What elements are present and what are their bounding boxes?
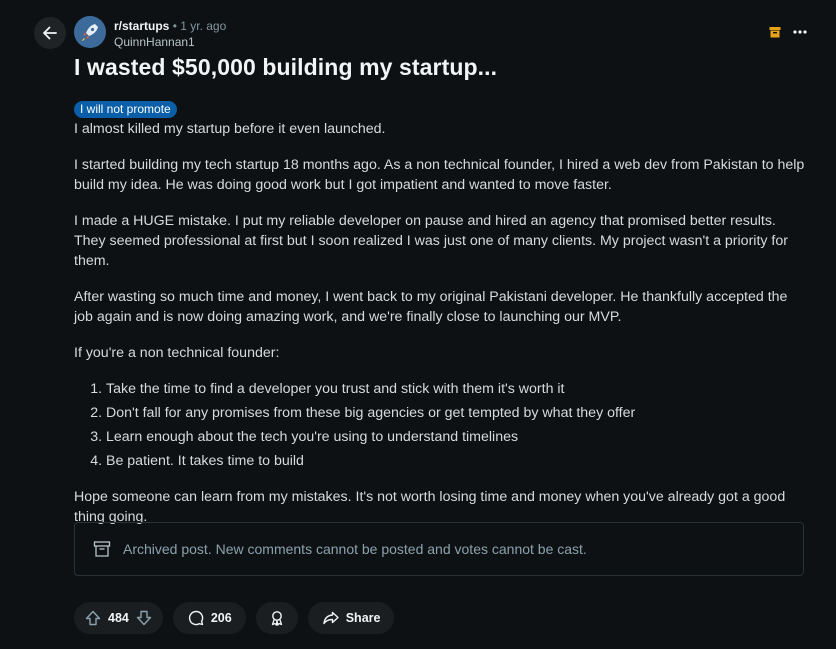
award-icon (268, 609, 286, 627)
author-link[interactable]: QuinnHannan1 (114, 34, 226, 50)
archived-notice: Archived post. New comments cannot be po… (74, 522, 804, 576)
subreddit-avatar[interactable] (74, 16, 106, 48)
comment-icon (187, 609, 205, 627)
back-button[interactable] (34, 17, 66, 49)
post-title: I wasted $50,000 building my startup... (74, 54, 498, 80)
award-button[interactable] (255, 602, 298, 634)
list-item: Be patient. It takes time to build (106, 451, 810, 471)
subreddit-link[interactable]: r/startups (114, 19, 169, 33)
vote-bar: 484 (74, 602, 163, 634)
comments-button[interactable]: 206 (172, 602, 246, 634)
list-item: Take the time to find a developer you tr… (106, 379, 810, 399)
more-options-icon[interactable] (792, 24, 808, 40)
share-button[interactable]: Share (307, 602, 395, 634)
share-icon (322, 609, 340, 627)
archive-badge-icon (768, 25, 782, 39)
post-flair[interactable]: I will not promote (74, 101, 177, 118)
list-item: Don't fall for any promises from these b… (106, 403, 810, 423)
share-label: Share (345, 611, 381, 625)
downvote-icon[interactable] (135, 609, 153, 627)
body-paragraph: I made a HUGE mistake. I put my reliable… (74, 213, 788, 269)
body-paragraph: Hope someone can learn from my mistakes.… (74, 489, 786, 525)
post-body: I almost killed my startup before it eve… (74, 119, 810, 543)
upvote-icon[interactable] (84, 609, 102, 627)
post-age: 1 yr. ago (180, 19, 227, 33)
meta-separator: • (172, 19, 177, 33)
list-item: Learn enough about the tech you're using… (106, 427, 810, 447)
body-paragraph: After wasting so much time and money, I … (74, 289, 788, 325)
body-paragraph: If you're a non technical founder: (74, 345, 280, 361)
post-meta: r/startups • 1 yr. ago QuinnHannan1 (114, 18, 226, 50)
post-actions: 484 206 Share (74, 602, 395, 634)
arrow-left-icon (41, 24, 59, 42)
body-paragraph: I almost killed my startup before it eve… (74, 121, 386, 137)
tips-list: Take the time to find a developer you tr… (74, 379, 810, 471)
post-top-actions (768, 24, 808, 40)
body-paragraph: I started building my tech startup 18 mo… (74, 157, 805, 193)
vote-score: 484 (108, 611, 129, 625)
archived-message: Archived post. New comments cannot be po… (123, 541, 587, 557)
rocket-icon (74, 16, 106, 48)
comment-count: 206 (210, 611, 232, 625)
archive-icon (93, 540, 111, 558)
